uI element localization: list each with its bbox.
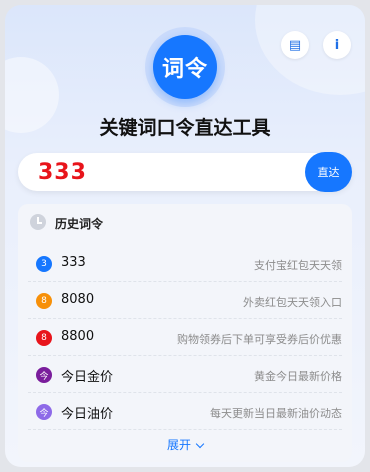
item-code: 333 [61,255,86,270]
item-badge: 8 [36,293,52,309]
go-button[interactable]: 直达 [305,152,352,192]
history-item[interactable]: 8 8080 外卖红包天天领入口 [28,282,342,319]
expand-label: 展开 [166,438,191,452]
item-desc: 支付宝红包天天领 [254,259,342,272]
item-desc: 外卖红包天天领入口 [243,296,342,309]
expand-button[interactable]: 展开 [18,436,352,453]
item-desc: 黄金今日最新价格 [254,370,342,383]
app-logo: 词令 [153,35,217,99]
item-code: 今日油价 [61,407,114,422]
info-icon[interactable]: i [323,31,351,59]
chevron-down-icon [195,439,205,449]
history-item[interactable]: 今 今日油价 每天更新当日最新油价动态 [28,393,342,430]
book-icon[interactable]: ▤ [281,31,309,59]
main-card: 词令 ▤ i 关键词口令直达工具 直达 历史词令 3 333 支付宝红包天天领 … [5,5,365,467]
history-title: 历史词令 [55,217,104,231]
clock-icon [30,214,46,230]
history-panel: 历史词令 3 333 支付宝红包天天领 8 8080 外卖红包天天领入口 8 8… [18,204,352,462]
item-code: 今日金价 [61,370,114,385]
item-code: 8800 [61,329,95,344]
item-desc: 购物领券后下单可享受券后价优惠 [177,333,342,346]
history-item[interactable]: 3 333 支付宝红包天天领 [28,245,342,282]
item-badge: 今 [36,404,52,420]
item-desc: 每天更新当日最新油价动态 [210,407,342,420]
item-badge: 8 [36,330,52,346]
item-badge: 3 [36,256,52,272]
search-bar: 直达 [18,152,352,192]
history-header: 历史词令 [18,204,352,240]
history-item[interactable]: 今 今日金价 黄金今日最新价格 [28,356,342,393]
item-badge: 今 [36,367,52,383]
history-item[interactable]: 8 8800 购物领券后下单可享受券后价优惠 [28,319,342,356]
search-input[interactable] [38,157,288,187]
page-title: 关键词口令直达工具 [99,117,271,139]
item-code: 8080 [61,292,95,307]
